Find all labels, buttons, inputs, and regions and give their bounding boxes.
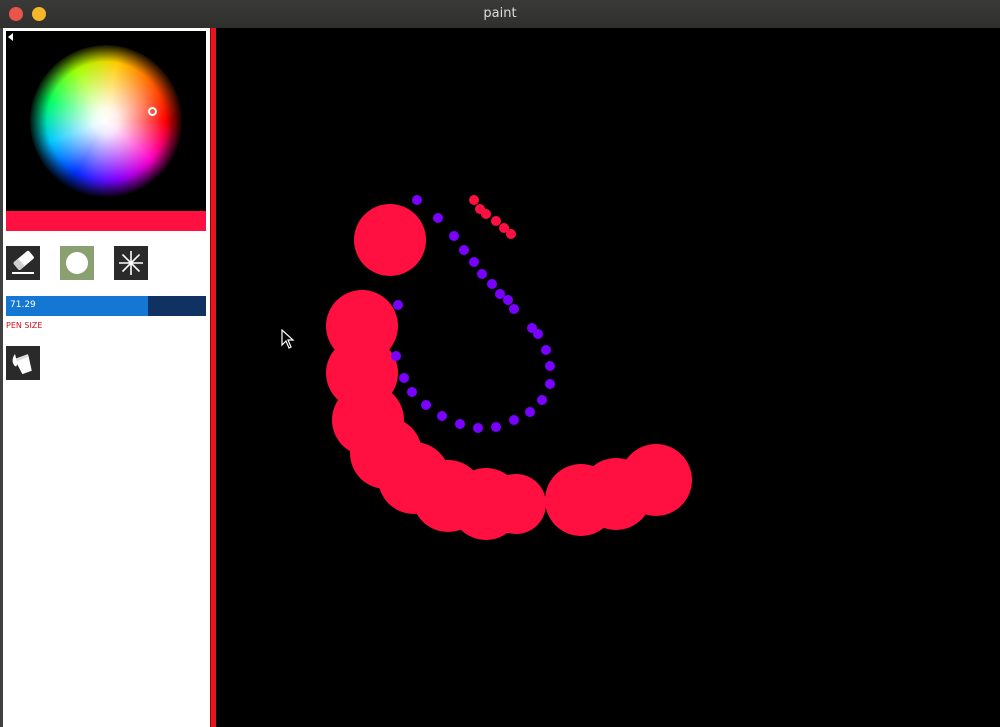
brush-dab bbox=[545, 379, 555, 389]
brush-dab bbox=[491, 422, 501, 432]
brush-dab bbox=[541, 345, 551, 355]
eraser-icon bbox=[12, 250, 34, 274]
brush-dab bbox=[509, 304, 519, 314]
brush-dab bbox=[433, 213, 443, 223]
fill-tool-button[interactable] bbox=[6, 346, 40, 380]
pen-size-value: 71.29 bbox=[10, 300, 36, 310]
pen-size-label: PEN SIZE bbox=[6, 321, 43, 330]
mouse-pointer-icon bbox=[281, 329, 295, 349]
brush-dab bbox=[399, 373, 409, 383]
pen-size-slider[interactable]: 71.29 bbox=[6, 296, 206, 316]
collapse-arrow-icon[interactable] bbox=[8, 33, 13, 41]
brush-dab bbox=[393, 300, 403, 310]
brush-dab bbox=[503, 295, 513, 305]
brush-dab bbox=[545, 361, 555, 371]
color-wheel-marker[interactable] bbox=[148, 107, 157, 116]
current-color-swatch bbox=[6, 211, 206, 231]
eraser-tool-button[interactable] bbox=[6, 246, 40, 280]
brush-dab bbox=[620, 444, 692, 516]
round-brush-icon bbox=[66, 252, 88, 274]
brush-dab bbox=[487, 279, 497, 289]
brush-dab bbox=[469, 195, 479, 205]
brush-dab bbox=[527, 323, 537, 333]
paint-bucket-icon bbox=[12, 354, 32, 375]
brush-dab bbox=[509, 415, 519, 425]
brush-dab bbox=[481, 209, 491, 219]
brush-dab bbox=[506, 229, 516, 239]
brush-dab bbox=[437, 411, 447, 421]
brush-dab bbox=[449, 231, 459, 241]
brush-dab bbox=[407, 387, 417, 397]
title-bar: paint bbox=[0, 0, 1000, 29]
brush-dab bbox=[473, 423, 483, 433]
spray-icon bbox=[119, 251, 143, 275]
brush-dab bbox=[469, 257, 479, 267]
brush-dab bbox=[495, 289, 505, 299]
brush-dab bbox=[459, 245, 469, 255]
round-brush-tool-button[interactable] bbox=[60, 246, 94, 280]
drawing-canvas[interactable] bbox=[216, 28, 1000, 727]
window-title: paint bbox=[483, 6, 517, 21]
canvas-drawing bbox=[326, 195, 692, 540]
brush-dab bbox=[525, 407, 535, 417]
color-wheel[interactable] bbox=[30, 45, 182, 197]
brush-dab bbox=[486, 474, 546, 534]
brush-dab bbox=[455, 419, 465, 429]
brush-dab bbox=[391, 351, 401, 361]
brush-dab bbox=[354, 204, 426, 276]
brush-dab bbox=[412, 195, 422, 205]
brush-dab bbox=[421, 400, 431, 410]
tool-panel: 71.29 PEN SIZE bbox=[3, 28, 210, 727]
brush-dab bbox=[491, 216, 501, 226]
brush-dab bbox=[537, 395, 547, 405]
brush-dab bbox=[477, 269, 487, 279]
spray-tool-button[interactable] bbox=[114, 246, 148, 280]
color-picker[interactable] bbox=[6, 31, 206, 211]
